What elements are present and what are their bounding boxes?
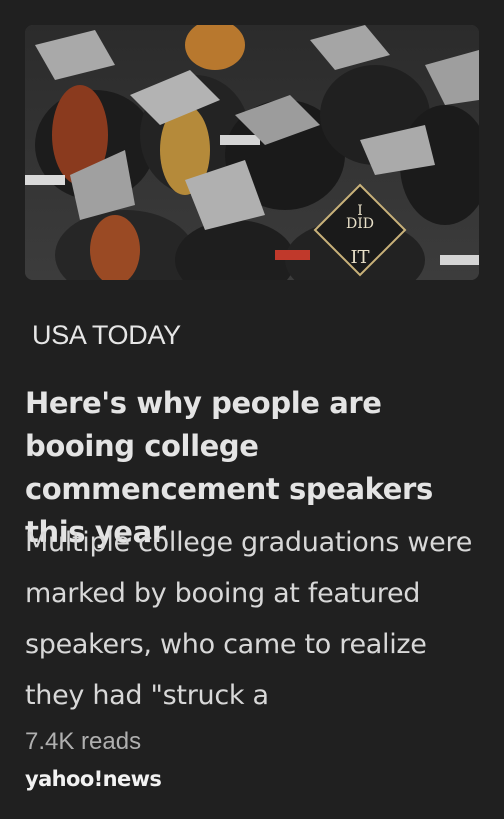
graduation-photo: I DID IT [25, 25, 479, 280]
article-image[interactable]: I DID IT [25, 25, 479, 280]
yahoo-news-logo: yahoo!news [25, 767, 162, 791]
article-summary: Multiple college graduations were marked… [25, 527, 473, 711]
cap-text-2: DID [346, 216, 374, 232]
read-count: 7.4K reads [25, 728, 142, 755]
cap-text-3: IT [350, 247, 369, 268]
source-label[interactable]: USA TODAY [32, 320, 181, 351]
news-card[interactable]: I DID IT USA TODAY Here's why people are… [0, 0, 504, 819]
